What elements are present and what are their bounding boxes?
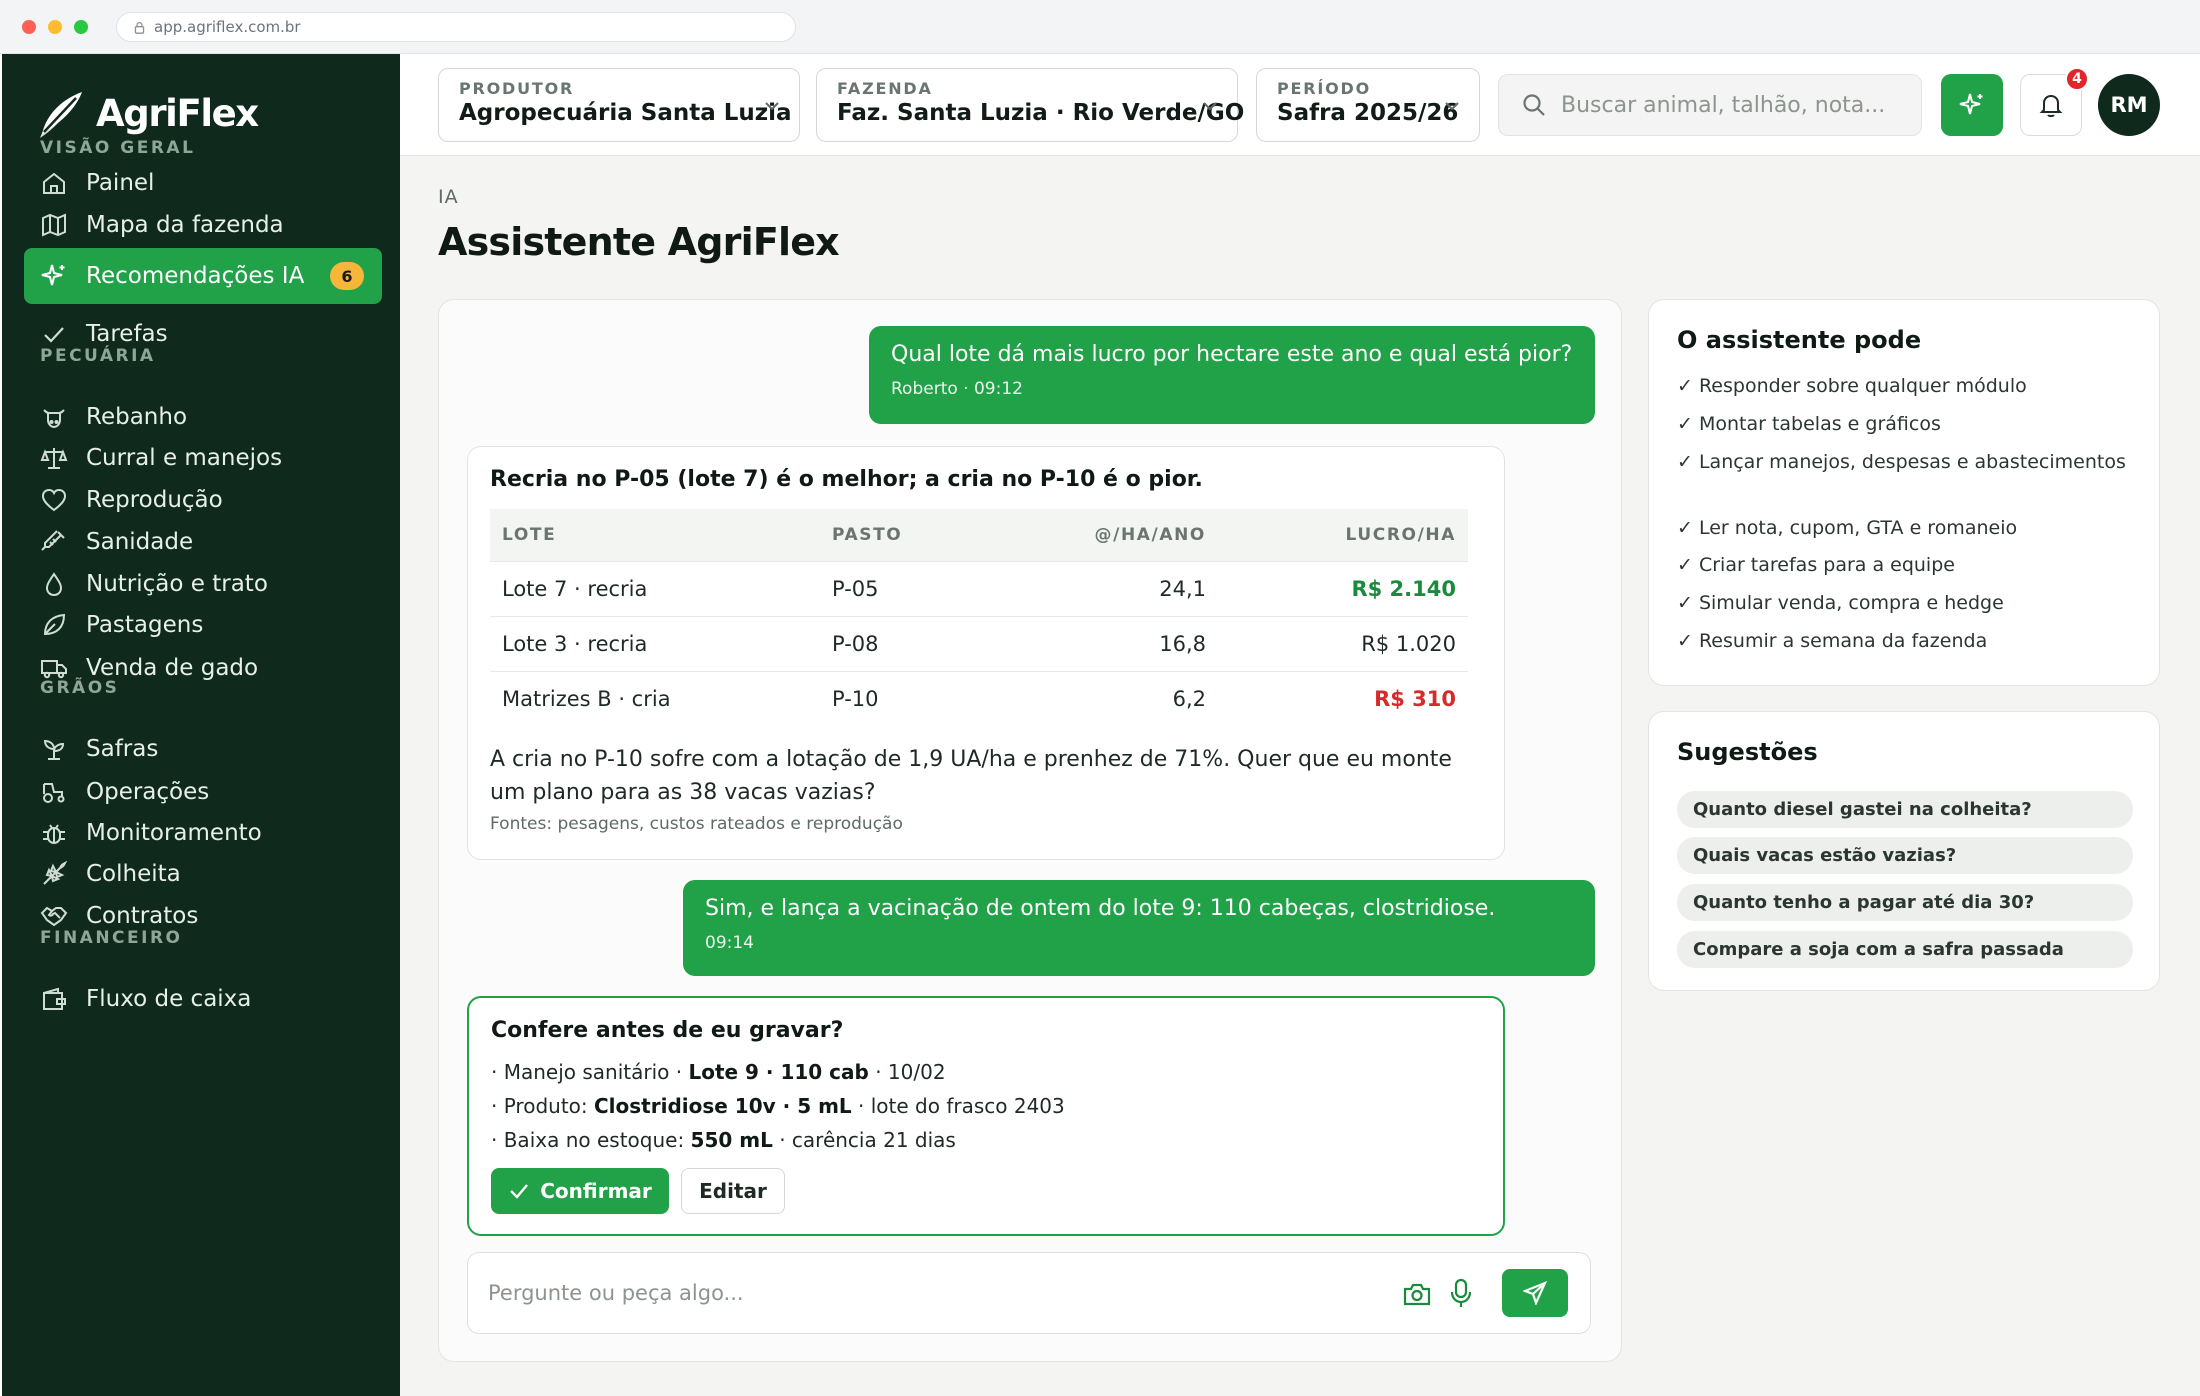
- capabilities-title: O assistente pode: [1677, 326, 1922, 354]
- section-title-graos: GRÃOS: [40, 678, 120, 698]
- col-lucro: LUCRO/HA: [1218, 509, 1468, 561]
- sidebar-item-mapa[interactable]: Mapa da fazenda: [24, 197, 382, 253]
- chevron-down-icon: [1445, 102, 1459, 111]
- table-row: Matrizes B · cria P-10 6,2 R$ 310: [490, 670, 1468, 726]
- confirmation-title: Confere antes de eu gravar?: [491, 1018, 844, 1043]
- message-input[interactable]: [488, 1273, 1368, 1313]
- confirm-line: · Produto: Clostridiose 10v · 5 mL · lot…: [491, 1094, 1065, 1118]
- drop-icon: [45, 572, 63, 597]
- sidebar-item-fluxo-caixa[interactable]: Fluxo de caixa: [24, 971, 382, 1027]
- notifications-count: 4: [2065, 67, 2089, 91]
- sidebar: AgriFlex VISÃO GERAL Painel Mapa da faze…: [2, 54, 400, 1396]
- recommendations-badge: 6: [330, 262, 364, 290]
- leaf-icon: [43, 613, 66, 636]
- search-icon: [1523, 94, 1545, 116]
- user-message: Sim, e lança a vacinação de ontem do lot…: [683, 880, 1595, 976]
- col-arroba: @/HA/ANO: [1000, 509, 1218, 561]
- table-row: Lote 7 · recria P-05 24,1 R$ 2.140: [490, 560, 1468, 616]
- answer-text: A cria no P-10 sofre com a lotação de 1,…: [490, 747, 1452, 805]
- home-icon: [43, 172, 65, 194]
- address-url: app.agriflex.com.br: [154, 18, 301, 36]
- chevron-down-icon: [765, 102, 779, 111]
- capability-item: ✓ Lançar manejos, despesas e abastecimen…: [1677, 451, 2126, 473]
- confirmation-card: Confere antes de eu gravar? · Manejo san…: [467, 996, 1505, 1236]
- minimize-window-button[interactable]: [48, 20, 62, 34]
- confirm-line: · Manejo sanitário · Lote 9 · 110 cab · …: [491, 1060, 946, 1084]
- topbar: PRODUTOR Agropecuária Santa Luzia FAZEND…: [400, 54, 2200, 156]
- send-icon: [1523, 1281, 1547, 1305]
- wallet-icon: [43, 987, 66, 1010]
- confirm-line: · Baixa no estoque: 550 mL · carência 21…: [491, 1128, 956, 1152]
- bug-icon: [43, 824, 65, 844]
- camera-icon[interactable]: [1402, 1279, 1432, 1309]
- scale-icon: [40, 448, 68, 469]
- agriflex-logo[interactable]: AgriFlex: [36, 86, 259, 140]
- col-pasto: PASTO: [820, 509, 1000, 561]
- capability-item: ✓ Montar tabelas e gráficos: [1677, 413, 1941, 435]
- confirm-button[interactable]: Confirmar: [491, 1168, 669, 1214]
- sidebar-item-recomendacoes-ia[interactable]: Recomendações IA 6: [24, 248, 382, 304]
- suggestions-card: Sugestões Quanto diesel gastei na colhei…: [1648, 711, 2160, 991]
- close-window-button[interactable]: [22, 20, 36, 34]
- avatar[interactable]: RM: [2098, 74, 2160, 136]
- capability-item: ✓ Resumir a semana da fazenda: [1677, 630, 1988, 652]
- breadcrumb: IA: [438, 186, 459, 208]
- periodo-select[interactable]: PERÍODO Safra 2025/26: [1256, 68, 1480, 142]
- sprout-icon: [43, 739, 65, 760]
- chat-panel: Qual lote dá mais lucro por hectare este…: [438, 299, 1622, 1362]
- lock-icon: [134, 21, 145, 34]
- col-lote: LOTE: [490, 509, 820, 561]
- ai-assistant-button[interactable]: [1941, 74, 2003, 136]
- capability-item: ✓ Criar tarefas para a equipe: [1677, 554, 1955, 576]
- browser-chrome: app.agriflex.com.br: [0, 0, 2200, 54]
- user-message: Qual lote dá mais lucro por hectare este…: [869, 326, 1595, 424]
- cow-icon: [43, 409, 65, 429]
- syringe-icon: [41, 530, 65, 551]
- leaf-logo-icon: [40, 92, 82, 138]
- bell-icon: [2039, 94, 2063, 118]
- map-icon: [42, 213, 66, 237]
- microphone-icon[interactable]: [1446, 1277, 1476, 1309]
- tractor-icon: [43, 783, 65, 803]
- notifications-button[interactable]: 4: [2020, 67, 2089, 136]
- suggestions-title: Sugestões: [1677, 738, 1818, 766]
- brand-name: AgriFlex: [96, 91, 259, 135]
- fazenda-select[interactable]: FAZENDA Faz. Santa Luzia · Rio Verde/GO: [816, 68, 1244, 142]
- answer-sources: Fontes: pesagens, custos rateados e repr…: [490, 814, 903, 834]
- sparkle-icon: [1959, 93, 1983, 115]
- suggestion-chip[interactable]: Quanto tenho a pagar até dia 30?: [1677, 884, 2133, 921]
- table-row: Lote 3 · recria P-08 16,8 R$ 1.020: [490, 615, 1468, 671]
- address-bar[interactable]: app.agriflex.com.br: [116, 12, 796, 42]
- profit-table: LOTE PASTO @/HA/ANO LUCRO/HA Lote 7 · re…: [490, 509, 1468, 726]
- section-title-financeiro: FINANCEIRO: [40, 928, 183, 948]
- check-icon: [44, 327, 64, 343]
- produtor-select[interactable]: PRODUTOR Agropecuária Santa Luzia: [438, 68, 800, 142]
- main-area: PRODUTOR Agropecuária Santa Luzia FAZEND…: [400, 54, 2200, 1396]
- suggestion-chip[interactable]: Quais vacas estão vazias?: [1677, 837, 2133, 874]
- capability-item: ✓ Simular venda, compra e hedge: [1677, 592, 2004, 614]
- search-input[interactable]: Buscar animal, talhão, nota...: [1498, 74, 1922, 136]
- capability-item: ✓ Ler nota, cupom, GTA e romaneio: [1677, 517, 2018, 539]
- heart-icon: [41, 488, 67, 512]
- section-title-pecuaria: PECUÁRIA: [40, 346, 156, 366]
- maximize-window-button[interactable]: [74, 20, 88, 34]
- send-button[interactable]: [1502, 1269, 1568, 1317]
- sparkle-icon: [41, 264, 65, 286]
- wheat-icon: [43, 860, 68, 885]
- suggestion-chip[interactable]: Compare a soja com a safra passada: [1677, 931, 2133, 968]
- check-icon: [510, 1184, 529, 1199]
- composer: [467, 1252, 1591, 1334]
- chevron-down-icon: [1203, 102, 1217, 111]
- page-title: Assistente AgriFlex: [438, 220, 840, 264]
- capabilities-card: O assistente pode ✓ Responder sobre qual…: [1648, 299, 2160, 686]
- edit-button[interactable]: Editar: [681, 1168, 785, 1214]
- assistant-message: Recria no P-05 (lote 7) é o melhor; a cr…: [467, 446, 1505, 860]
- capability-item: ✓ Responder sobre qualquer módulo: [1677, 375, 2027, 397]
- answer-title: Recria no P-05 (lote 7) é o melhor; a cr…: [490, 467, 1203, 492]
- suggestion-chip[interactable]: Quanto diesel gastei na colheita?: [1677, 791, 2133, 828]
- handshake-icon: [40, 906, 68, 927]
